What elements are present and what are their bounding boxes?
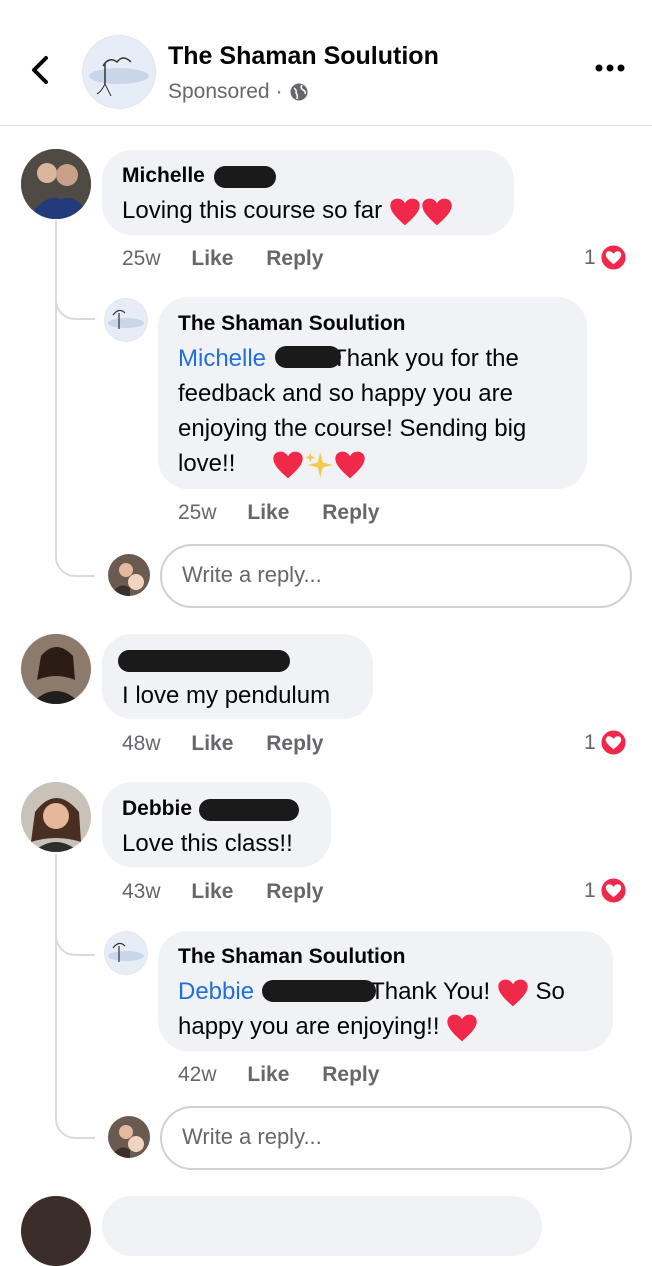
reply-author[interactable]: The Shaman Soulution: [178, 945, 406, 969]
comment-author[interactable]: Debbie: [122, 797, 192, 821]
tree-logo-icon: [105, 299, 147, 341]
like-button[interactable]: Like: [191, 247, 233, 270]
reply-text-line-2: feedback and so happy you are: [178, 380, 513, 407]
user-photo-icon: [108, 554, 150, 596]
reply-meta: 42w Like Reply: [178, 1063, 379, 1087]
reply-button[interactable]: Reply: [266, 732, 323, 755]
comment-bubble: [102, 1196, 542, 1256]
sponsored-text: Sponsored: [168, 80, 270, 103]
reply-author[interactable]: The Shaman Soulution: [178, 312, 406, 336]
mention-link[interactable]: Michelle: [178, 345, 266, 372]
user-photo-icon: [21, 149, 91, 219]
reply-text-body: Thank You!: [370, 978, 491, 1005]
thread-line: [55, 954, 57, 1119]
sponsored-label: Sponsored ·: [168, 80, 309, 104]
love-reaction-icon: [600, 244, 627, 271]
tree-logo-icon: [105, 932, 147, 974]
thread-connector: [55, 1115, 95, 1139]
reaction-number: 1: [584, 245, 596, 269]
reaction-count[interactable]: 1: [584, 877, 627, 904]
comment-meta: 48w Like Reply: [122, 732, 323, 756]
reply-input-placeholder: Write a reply...: [182, 1124, 322, 1149]
reply-text-line-4: love!!: [178, 446, 366, 481]
more-horizontal-icon[interactable]: [594, 58, 626, 78]
redacted-name: [214, 166, 276, 188]
globe-icon: [290, 83, 308, 101]
page-avatar[interactable]: [82, 35, 156, 109]
post-header: The Shaman Soulution Sponsored ·: [0, 0, 652, 126]
reply-meta: 25w Like Reply: [178, 501, 379, 525]
reply-button[interactable]: Reply: [266, 247, 323, 270]
reply-text-line-2: happy you are enjoying!!: [178, 1009, 478, 1044]
red-heart-icon: [273, 451, 303, 478]
sparkles-icon: [305, 452, 333, 478]
avatar[interactable]: [21, 782, 91, 852]
like-button[interactable]: Like: [247, 1063, 289, 1086]
tree-logo-icon: [83, 36, 155, 108]
reply-text-body: love!!: [178, 450, 236, 477]
thread-connector: [55, 932, 95, 956]
page-avatar-small[interactable]: [104, 298, 148, 342]
avatar[interactable]: [21, 149, 91, 219]
reply-text-body: Thank you for the: [332, 345, 519, 372]
reply-time: 25w: [178, 501, 217, 524]
comment-text: Love this class!!: [122, 830, 293, 857]
like-button[interactable]: Like: [247, 501, 289, 524]
reply-text-line-3: enjoying the course! Sending big: [178, 415, 527, 442]
like-button[interactable]: Like: [191, 880, 233, 903]
reply-input[interactable]: Write a reply...: [160, 544, 632, 608]
red-heart-icon: [498, 979, 528, 1006]
reply-input[interactable]: Write a reply...: [160, 1106, 632, 1170]
avatar[interactable]: [21, 634, 91, 704]
comment-meta: 43w Like Reply: [122, 880, 323, 904]
reply-text-line-1: Michelle Thank you for the: [178, 341, 519, 376]
comment-author[interactable]: Michelle: [122, 164, 205, 188]
thread-line: [55, 318, 57, 558]
comment-time: 48w: [122, 732, 161, 755]
user-photo-icon: [21, 634, 91, 704]
reply-text-body: So: [535, 978, 565, 1005]
red-heart-icon: [447, 1014, 477, 1041]
reply-button[interactable]: Reply: [322, 501, 379, 524]
comment-time: 25w: [122, 247, 161, 270]
user-photo-icon: [21, 782, 91, 852]
red-heart-icon: [335, 451, 365, 478]
user-photo-icon: [108, 1116, 150, 1158]
comment-time: 43w: [122, 880, 161, 903]
reply-button[interactable]: Reply: [266, 880, 323, 903]
like-button[interactable]: Like: [191, 732, 233, 755]
reaction-count[interactable]: 1: [584, 729, 627, 756]
separator-dot: ·: [275, 80, 283, 103]
chevron-left-icon[interactable]: [26, 52, 54, 88]
reaction-count[interactable]: 1: [584, 244, 627, 271]
page-avatar-small[interactable]: [104, 931, 148, 975]
reply-text-body: happy you are enjoying!!: [178, 1013, 440, 1040]
redacted-name: [118, 650, 290, 672]
comment-meta: 25w Like Reply: [122, 247, 323, 271]
love-reaction-icon: [600, 729, 627, 756]
thread-connector: [55, 553, 95, 577]
reply-input-placeholder: Write a reply...: [182, 562, 322, 587]
comment-text: Loving this course so far: [122, 193, 453, 228]
comment-text-body: Loving this course so far: [122, 197, 383, 224]
current-user-avatar: [108, 1116, 150, 1158]
reply-time: 42w: [178, 1063, 217, 1086]
page-name[interactable]: The Shaman Soulution: [168, 42, 439, 71]
redacted-name: [262, 980, 376, 1002]
comment-text: I love my pendulum: [122, 682, 331, 709]
reaction-number: 1: [584, 730, 596, 754]
reply-button[interactable]: Reply: [322, 1063, 379, 1086]
mention-link[interactable]: Debbie: [178, 978, 254, 1005]
redacted-name: [275, 346, 341, 368]
thread-connector: [55, 298, 95, 320]
avatar[interactable]: [21, 1196, 91, 1266]
love-reaction-icon: [600, 877, 627, 904]
reaction-number: 1: [584, 878, 596, 902]
redacted-name: [199, 799, 299, 821]
current-user-avatar: [108, 554, 150, 596]
red-heart-icon: [390, 198, 420, 225]
red-heart-icon: [422, 198, 452, 225]
